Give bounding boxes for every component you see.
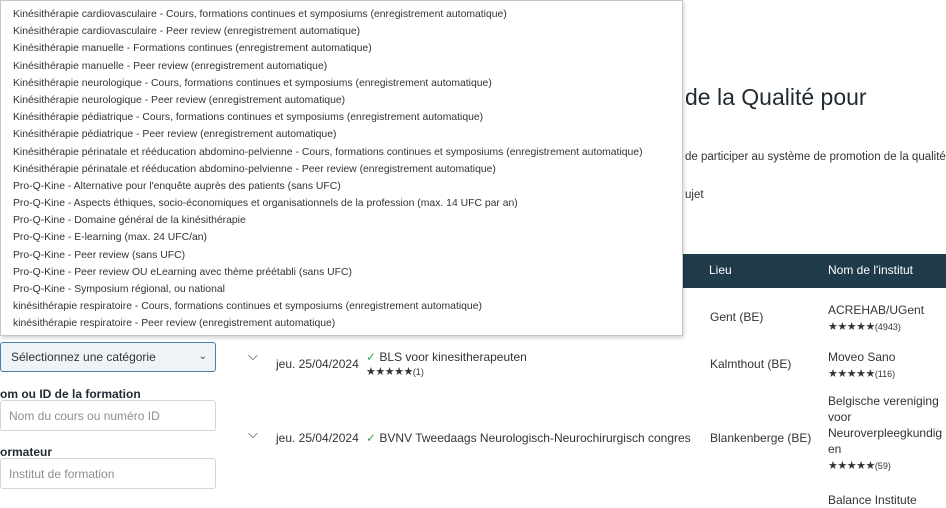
institute-rating: ★★★★★(116) <box>828 368 896 380</box>
dropdown-option[interactable]: Kinésithérapie pédiatrique - Cours, form… <box>1 109 682 126</box>
course-label: om ou ID de la formation <box>0 387 141 401</box>
row-institute[interactable]: Balance Institute <box>828 492 917 508</box>
dropdown-option[interactable]: Kinésithérapie cardiovasculaire - Cours,… <box>1 6 682 23</box>
row-institute[interactable]: ACREHAB/UGent ★★★★★(4943) <box>828 302 924 335</box>
star-icon: ★★★★★ <box>828 368 875 380</box>
dropdown-option[interactable]: Kinésithérapie neurologique - Peer revie… <box>1 92 682 109</box>
course-title: BVNV Tweedaags Neurologisch-Neurochirurg… <box>379 431 691 445</box>
dropdown-option[interactable]: Pro-Q-Kine - Aspects éthiques, socio-éco… <box>1 195 682 212</box>
dropdown-option[interactable]: Kinésithérapie manuelle - Peer review (e… <box>1 58 682 75</box>
dropdown-option[interactable]: Kinésithérapie manuelle - Formations con… <box>1 40 682 57</box>
institute-name: ACREHAB/UGent <box>828 303 925 317</box>
dropdown-option[interactable]: Kinésithérapie neurologique - Cours, for… <box>1 75 682 92</box>
row-location: Kalmthout (BE) <box>710 357 792 371</box>
row-location: Gent (BE) <box>710 310 764 324</box>
dropdown-option[interactable]: Kinésithérapie périnatale et rééducation… <box>1 161 682 178</box>
trainer-search-input[interactable] <box>0 458 216 489</box>
column-header-lieu: Lieu <box>709 263 732 277</box>
star-icon: ★★★★★ <box>828 460 875 472</box>
course-search-input[interactable] <box>0 400 216 431</box>
dropdown-option[interactable]: Pro-Q-Kine - Alternative pour l'enquête … <box>1 178 682 195</box>
row-location: Blankenberge (BE) <box>710 431 812 445</box>
check-icon: ✓ <box>366 431 377 445</box>
dropdown-option[interactable]: Pro-Q-Kine - Peer review (sans UFC) <box>1 247 682 264</box>
institute-name-line: voor <box>828 410 852 424</box>
institute-name-line: Neuroverpleegkundig <box>828 426 943 440</box>
dropdown-option[interactable]: kinésithérapie respiratoire - Cours, for… <box>1 298 682 315</box>
institute-name-line: Belgische vereniging <box>828 394 939 408</box>
table-header: Lieu Nom de l'institut <box>680 254 946 288</box>
intro-text: de participer au système de promotion de… <box>685 151 946 163</box>
column-header-institut: Nom de l'institut <box>828 263 913 277</box>
row-date: jeu. 25/04/2024 <box>276 431 359 445</box>
check-icon: ✓ <box>366 350 377 364</box>
sujet-text: ujet <box>685 189 704 201</box>
row-title[interactable]: ✓ BVNV Tweedaags Neurologisch-Neurochiru… <box>366 431 691 445</box>
dropdown-option[interactable]: Pro-Q-Kine - Domaine général de la kinés… <box>1 212 682 229</box>
dropdown-option[interactable]: Kinésithérapie pédiatrique - Peer review… <box>1 126 682 143</box>
row-institute[interactable]: Moveo Sano ★★★★★(116) <box>828 349 895 382</box>
dropdown-option[interactable]: Pro-Q-Kine - E-learning (max. 24 UFC/an) <box>1 229 682 246</box>
row-title[interactable]: ✓ BLS voor kinesitherapeuten <box>366 350 527 364</box>
dropdown-option[interactable]: Pro-Q-Kine - Peer review OU eLearning av… <box>1 264 682 281</box>
dropdown-option[interactable]: Pro-Q-Kine - Symposium régional, ou nati… <box>1 281 682 298</box>
chevron-down-icon[interactable]: ⌵ <box>248 348 258 364</box>
page-heading: de la Qualité pour <box>685 84 867 110</box>
row-date: jeu. 25/04/2024 <box>276 357 359 371</box>
dropdown-option[interactable]: Kinésithérapie cardiovasculaire - Peer r… <box>1 23 682 40</box>
category-select-value: Sélectionnez une catégorie <box>11 350 156 364</box>
institute-name: Moveo Sano <box>828 350 896 364</box>
category-dropdown-list[interactable]: Kinésithérapie cardiovasculaire - Cours,… <box>0 0 683 336</box>
institute-rating: ★★★★★(4943) <box>828 321 901 333</box>
institute-name-line: en <box>828 442 842 456</box>
dropdown-option[interactable]: kinésithérapie respiratoire - Peer revie… <box>1 315 682 332</box>
chevron-down-icon[interactable]: ⌵ <box>248 426 258 442</box>
dropdown-option[interactable]: Kinésithérapie périnatale et rééducation… <box>1 144 682 161</box>
trainer-label: ormateur <box>0 445 53 459</box>
course-title: BLS voor kinesitherapeuten <box>379 350 527 364</box>
chevron-down-icon: ⌄ <box>198 351 207 362</box>
row-institute[interactable]: Belgische vereniging voor Neuroverpleegk… <box>828 393 942 474</box>
course-rating: ★★★★★(1) <box>366 366 424 378</box>
institute-rating: ★★★★★(59) <box>828 460 891 472</box>
category-select[interactable]: Sélectionnez une catégorie ⌄ <box>0 342 216 372</box>
star-icon: ★★★★★ <box>828 321 875 333</box>
star-icon: ★★★★★ <box>366 366 413 378</box>
